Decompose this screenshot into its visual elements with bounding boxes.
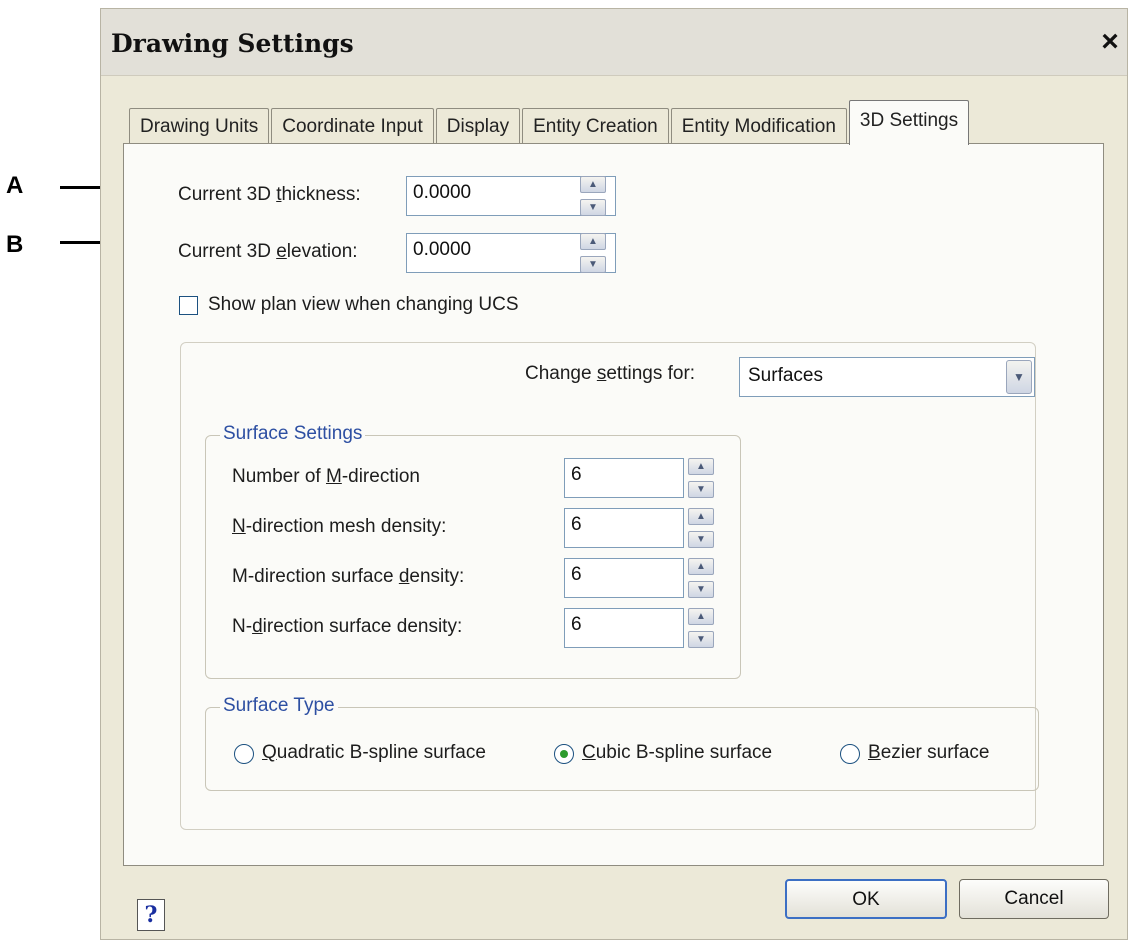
- n-surface-density-label: N-direction surface density:: [232, 616, 463, 637]
- n-surface-density-input[interactable]: 6: [564, 608, 684, 648]
- m-direction-up-button[interactable]: ▲: [688, 458, 714, 475]
- n-surface-density-spinner: ▲ ▼: [686, 608, 716, 648]
- n-surface-density-down-button[interactable]: ▼: [688, 631, 714, 648]
- cancel-button[interactable]: Cancel: [959, 879, 1109, 919]
- tab-3d-settings[interactable]: 3D Settings: [848, 100, 970, 145]
- dialog-title: Drawing Settings: [111, 29, 354, 58]
- ok-button[interactable]: OK: [785, 879, 947, 919]
- tab-entity-creation[interactable]: Entity Creation: [522, 108, 669, 145]
- elevation-spinner: ▲ ▼: [578, 233, 608, 273]
- n-mesh-density-up-button[interactable]: ▲: [688, 508, 714, 525]
- n-mesh-density-input[interactable]: 6: [564, 508, 684, 548]
- m-surface-density-input[interactable]: 6: [564, 558, 684, 598]
- cubic-label: Cubic B-spline surface: [582, 742, 773, 763]
- tab-panel-3d-settings: Current 3D thickness: 0.0000 ▲ ▼ Current…: [123, 143, 1104, 866]
- tab-coordinate-input[interactable]: Coordinate Input: [271, 108, 434, 145]
- elevation-down-button[interactable]: ▼: [580, 256, 606, 273]
- n-mesh-density-down-button[interactable]: ▼: [688, 531, 714, 548]
- m-direction-label: Number of M-direction: [232, 466, 420, 487]
- tab-strip: Drawing Units Coordinate Input Display E…: [129, 100, 971, 145]
- title-bar: Drawing Settings ×: [101, 9, 1127, 76]
- surface-settings-group: Surface Settings Number of M-direction 6…: [205, 423, 741, 679]
- m-surface-density-spinner: ▲ ▼: [686, 558, 716, 598]
- surface-type-group: Surface Type Quadratic B-spline surface …: [205, 695, 1039, 791]
- surface-settings-title: Surface Settings: [220, 423, 366, 445]
- m-surface-density-up-button[interactable]: ▲: [688, 558, 714, 575]
- m-surface-density-down-button[interactable]: ▼: [688, 581, 714, 598]
- drawing-settings-dialog: Drawing Settings × Drawing Units Coordin…: [100, 8, 1128, 940]
- elevation-up-button[interactable]: ▲: [580, 233, 606, 250]
- change-settings-value: Surfaces: [748, 365, 823, 386]
- plan-view-label: Show plan view when changing UCS: [208, 294, 519, 315]
- thickness-up-button[interactable]: ▲: [580, 176, 606, 193]
- n-mesh-density-spinner: ▲ ▼: [686, 508, 716, 548]
- m-direction-down-button[interactable]: ▼: [688, 481, 714, 498]
- tab-drawing-units[interactable]: Drawing Units: [129, 108, 270, 145]
- m-direction-spinner: ▲ ▼: [686, 458, 716, 498]
- settings-container: Change settings for: Surfaces ▼ Surface …: [180, 342, 1039, 830]
- m-surface-density-label: M-direction surface density:: [232, 566, 465, 587]
- surface-type-title: Surface Type: [220, 695, 338, 717]
- thickness-spinner: ▲ ▼: [578, 176, 608, 216]
- quadratic-label: Quadratic B-spline surface: [262, 742, 486, 763]
- callout-b: B: [6, 231, 24, 258]
- m-direction-input[interactable]: 6: [564, 458, 684, 498]
- bezier-radio[interactable]: [840, 744, 860, 764]
- thickness-down-button[interactable]: ▼: [580, 199, 606, 216]
- plan-view-checkbox[interactable]: [179, 296, 198, 315]
- bezier-label: Bezier surface: [868, 742, 990, 763]
- elevation-label: Current 3D elevation:: [178, 241, 358, 262]
- change-settings-label: Change settings for:: [525, 363, 696, 384]
- tab-display[interactable]: Display: [435, 108, 521, 145]
- thickness-label: Current 3D thickness:: [178, 184, 361, 205]
- n-surface-density-up-button[interactable]: ▲: [688, 608, 714, 625]
- cubic-radio[interactable]: [554, 744, 574, 764]
- help-button[interactable]: ?: [137, 899, 165, 931]
- n-mesh-density-label: N-direction mesh density:: [232, 516, 447, 537]
- chevron-down-icon[interactable]: ▼: [1006, 360, 1032, 394]
- quadratic-radio[interactable]: [234, 744, 254, 764]
- callout-a: A: [6, 172, 24, 199]
- change-settings-dropdown[interactable]: Surfaces ▼: [739, 357, 1035, 397]
- tab-entity-modification[interactable]: Entity Modification: [670, 108, 847, 145]
- close-button[interactable]: ×: [1097, 27, 1123, 57]
